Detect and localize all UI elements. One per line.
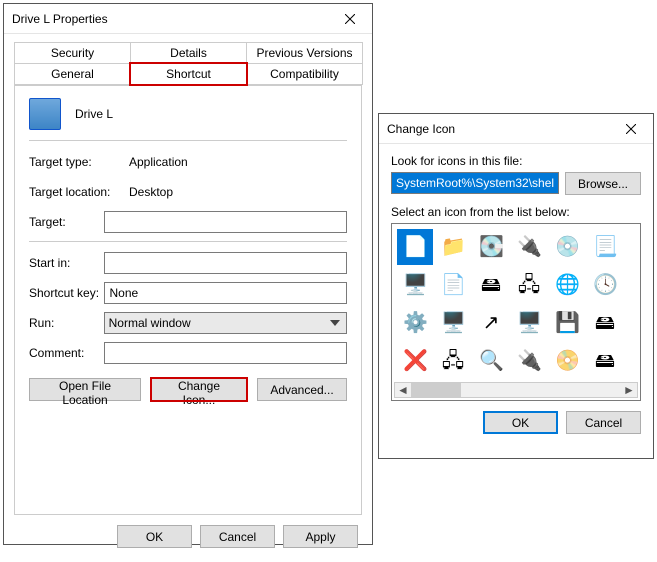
startin-input[interactable] (104, 252, 347, 274)
window-title: Drive L Properties (12, 12, 327, 26)
display-icon[interactable]: 🖥️ (397, 267, 433, 303)
look-for-icons-label: Look for icons in this file: (391, 154, 641, 168)
cancel-button[interactable]: Cancel (200, 525, 275, 548)
close-button[interactable] (608, 114, 653, 144)
target-label: Target: (29, 215, 104, 229)
tab-security[interactable]: Security (14, 42, 131, 63)
usb-icon[interactable]: 🔌 (511, 343, 547, 379)
comment-label: Comment: (29, 346, 104, 360)
scroll-right-icon[interactable]: ► (621, 383, 637, 397)
drives-icon[interactable]: 🖴 (587, 305, 623, 341)
apply-button[interactable]: Apply (283, 525, 358, 548)
folder-icon[interactable]: 📁 (435, 229, 471, 265)
shortcut-name: Drive L (75, 107, 113, 121)
properties-window: Drive L Properties Security Details Prev… (3, 3, 373, 545)
close-button[interactable] (327, 4, 372, 34)
startin-label: Start in: (29, 256, 104, 270)
network-icon[interactable]: 🖧 (435, 343, 471, 379)
comment-input[interactable] (104, 342, 347, 364)
settings-icon[interactable]: ⚙️ (397, 305, 433, 341)
dialog-title: Change Icon (387, 122, 608, 136)
floppy-icon[interactable]: 💾 (549, 305, 585, 341)
search-icon[interactable]: 🔍 (473, 343, 509, 379)
open-file-location-button[interactable]: Open File Location (29, 378, 141, 401)
document-icon[interactable]: 📄 (397, 229, 433, 265)
tab-strip: Security Details Previous Versions Gener… (14, 42, 362, 85)
shortcut-icon (29, 98, 61, 130)
icon-file-input[interactable] (391, 172, 559, 194)
target-type-label: Target type: (29, 155, 129, 169)
tab-panel-shortcut: Drive L Target type: Application Target … (14, 85, 362, 515)
clock-icon[interactable]: 🕓 (587, 267, 623, 303)
drive-x-icon[interactable]: ❌ (397, 343, 433, 379)
hdd2-icon[interactable]: 🖴 (587, 343, 623, 379)
run-label: Run: (29, 316, 104, 330)
shortcut-key-input[interactable] (104, 282, 347, 304)
globe-icon[interactable]: 🌐 (549, 267, 585, 303)
cancel-button[interactable]: Cancel (566, 411, 641, 434)
titlebar[interactable]: Drive L Properties (4, 4, 372, 34)
target-location-value: Desktop (129, 185, 347, 199)
target-input[interactable] (104, 211, 347, 233)
net-drive-icon[interactable]: 🖧 (511, 267, 547, 303)
run-select[interactable]: Normal window (104, 312, 347, 334)
hdd-removable-icon[interactable]: 🖴 (473, 267, 509, 303)
close-icon (345, 14, 355, 24)
browse-button[interactable]: Browse... (565, 172, 641, 195)
page-icon[interactable]: 📃 (587, 229, 623, 265)
target-type-value: Application (129, 155, 347, 169)
ok-button[interactable]: OK (483, 411, 558, 434)
scroll-left-icon[interactable]: ◄ (395, 383, 411, 397)
scroll-thumb[interactable] (411, 383, 461, 397)
tab-details[interactable]: Details (130, 42, 247, 63)
change-icon-dialog: Change Icon Look for icons in this file:… (378, 113, 654, 459)
drive-icon[interactable]: 💽 (473, 229, 509, 265)
desktop-icon[interactable]: 🖥️ (511, 305, 547, 341)
divider (29, 140, 347, 141)
shortcut-key-label: Shortcut key: (29, 286, 104, 300)
optical-icon[interactable]: 📀 (549, 343, 585, 379)
close-icon (626, 124, 636, 134)
optical-drive-icon[interactable]: 💿 (549, 229, 585, 265)
change-icon-button[interactable]: Change Icon... (151, 378, 247, 401)
horizontal-scrollbar[interactable]: ◄ ► (394, 382, 638, 398)
chip-icon[interactable]: 🔌 (511, 229, 547, 265)
corner-icon[interactable]: ↗ (473, 305, 509, 341)
advanced-button[interactable]: Advanced... (257, 378, 347, 401)
select-icon-label: Select an icon from the list below: (391, 205, 641, 219)
tab-general[interactable]: General (14, 63, 131, 85)
icon-list: 📄📁💽🔌💿📃🖥️📄🖴🖧🌐🕓⚙️🖥️↗🖥️💾🖴❌🖧🔍🔌📀🖴💿📂▦❓ ◄ ► (391, 223, 641, 401)
divider (29, 241, 347, 242)
target-location-label: Target location: (29, 185, 129, 199)
document-alt-icon[interactable]: 📄 (435, 267, 471, 303)
titlebar[interactable]: Change Icon (379, 114, 653, 144)
monitor-icon[interactable]: 🖥️ (435, 305, 471, 341)
ok-button[interactable]: OK (117, 525, 192, 548)
tab-previous-versions[interactable]: Previous Versions (246, 42, 363, 63)
dialog-footer: OK Cancel Apply (4, 525, 372, 562)
tab-compatibility[interactable]: Compatibility (246, 63, 363, 85)
tab-shortcut[interactable]: Shortcut (130, 63, 247, 85)
